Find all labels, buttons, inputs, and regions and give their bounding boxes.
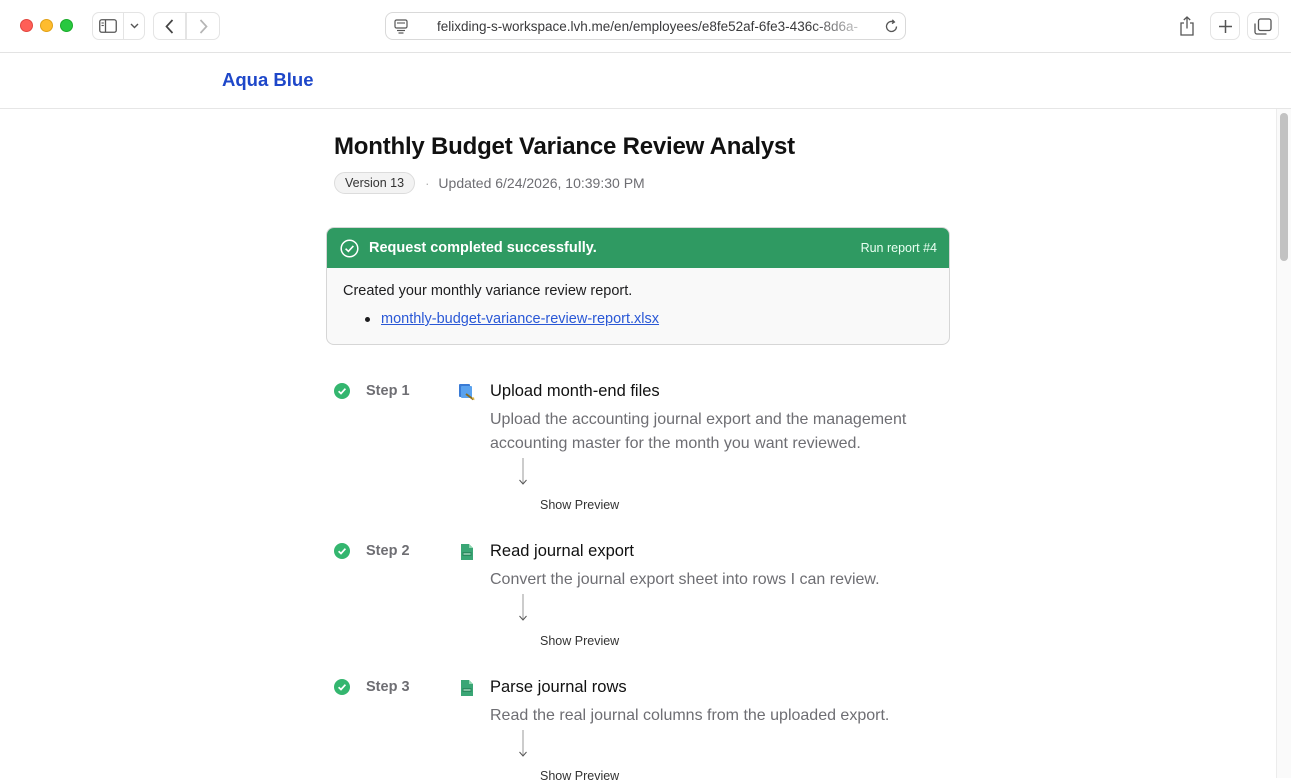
- chevron-left-icon: [165, 18, 174, 34]
- result-header: Request completed successfully. Run repo…: [327, 228, 949, 268]
- forward-button[interactable]: [186, 12, 220, 40]
- version-badge: Version 13: [334, 172, 416, 194]
- sidebar-icon: [99, 19, 117, 33]
- bullet-icon: [365, 316, 370, 322]
- result-card: Request completed successfully. Run repo…: [326, 227, 950, 345]
- step-label: Step 3: [366, 679, 410, 695]
- page-meta: Version 13 · Updated 6/24/2026, 10:39:30…: [334, 172, 645, 194]
- step-label: Step 2: [366, 543, 410, 559]
- tab-overview-icon: [1254, 17, 1272, 35]
- check-circle-icon: [340, 238, 359, 258]
- step-description: Upload the accounting journal export and…: [490, 411, 907, 452]
- plus-icon: [1218, 19, 1232, 33]
- arrow-down-icon: [519, 594, 527, 621]
- app-header: Aqua Blue: [0, 53, 1291, 109]
- arrow-down-icon: [519, 730, 527, 757]
- step-description: Read the real journal columns from the u…: [490, 707, 890, 724]
- site-settings-icon: [394, 19, 408, 34]
- run-report-label: Run report #4: [860, 241, 937, 255]
- scrollbar-thumb[interactable]: [1280, 113, 1288, 261]
- csv-file-icon: [461, 544, 473, 560]
- close-window-button[interactable]: [20, 19, 33, 32]
- address-bar[interactable]: felixding-s-workspace.lvh.me/en/employee…: [385, 12, 906, 40]
- back-button[interactable]: [153, 12, 186, 40]
- show-preview-button[interactable]: Show Preview: [540, 634, 619, 648]
- step-title: Parse journal rows: [490, 678, 627, 696]
- check-circle-icon: [334, 543, 350, 559]
- chevron-down-icon: [130, 23, 138, 29]
- step-label: Step 1: [366, 383, 410, 399]
- new-tab-button[interactable]: [1210, 12, 1240, 40]
- share-button[interactable]: [1172, 12, 1202, 40]
- reload-icon[interactable]: [884, 19, 899, 34]
- tab-group-menu-button[interactable]: [123, 12, 145, 40]
- url-text[interactable]: felixding-s-workspace.lvh.me/en/employee…: [437, 19, 877, 34]
- sidebar-toggle-button[interactable]: [92, 12, 124, 40]
- browser-toolbar: felixding-s-workspace.lvh.me/en/employee…: [0, 0, 1291, 53]
- step-title: Upload month-end files: [490, 382, 660, 400]
- show-preview-button[interactable]: Show Preview: [540, 498, 619, 512]
- brand-logo[interactable]: Aqua Blue: [222, 69, 313, 91]
- arrow-down-icon: [519, 458, 527, 485]
- minimize-window-button[interactable]: [40, 19, 53, 32]
- step-title: Read journal export: [490, 542, 635, 560]
- show-preview-button[interactable]: Show Preview: [540, 769, 619, 783]
- result-file-item: monthly-budget-variance-review-report.xl…: [343, 311, 933, 327]
- result-body: Created your monthly variance review rep…: [327, 268, 949, 342]
- result-message: Created your monthly variance review rep…: [343, 283, 633, 299]
- step-description: Convert the journal export sheet into ro…: [490, 571, 880, 588]
- report-file-link[interactable]: monthly-budget-variance-review-report.xl…: [381, 311, 659, 327]
- chevron-right-icon: [199, 18, 208, 34]
- zoom-window-button[interactable]: [60, 19, 73, 32]
- share-icon: [1180, 16, 1194, 36]
- result-status: Request completed successfully.: [369, 240, 597, 256]
- page-title: Monthly Budget Variance Review Analyst: [334, 133, 795, 160]
- csv-file-icon: [461, 680, 473, 696]
- tab-overview-button[interactable]: [1247, 12, 1279, 40]
- upload-files-icon: [459, 384, 475, 401]
- updated-timestamp: Updated 6/24/2026, 10:39:30 PM: [438, 175, 645, 191]
- check-circle-icon: [334, 383, 350, 399]
- check-circle-icon: [334, 679, 350, 695]
- meta-separator: ·: [425, 175, 430, 191]
